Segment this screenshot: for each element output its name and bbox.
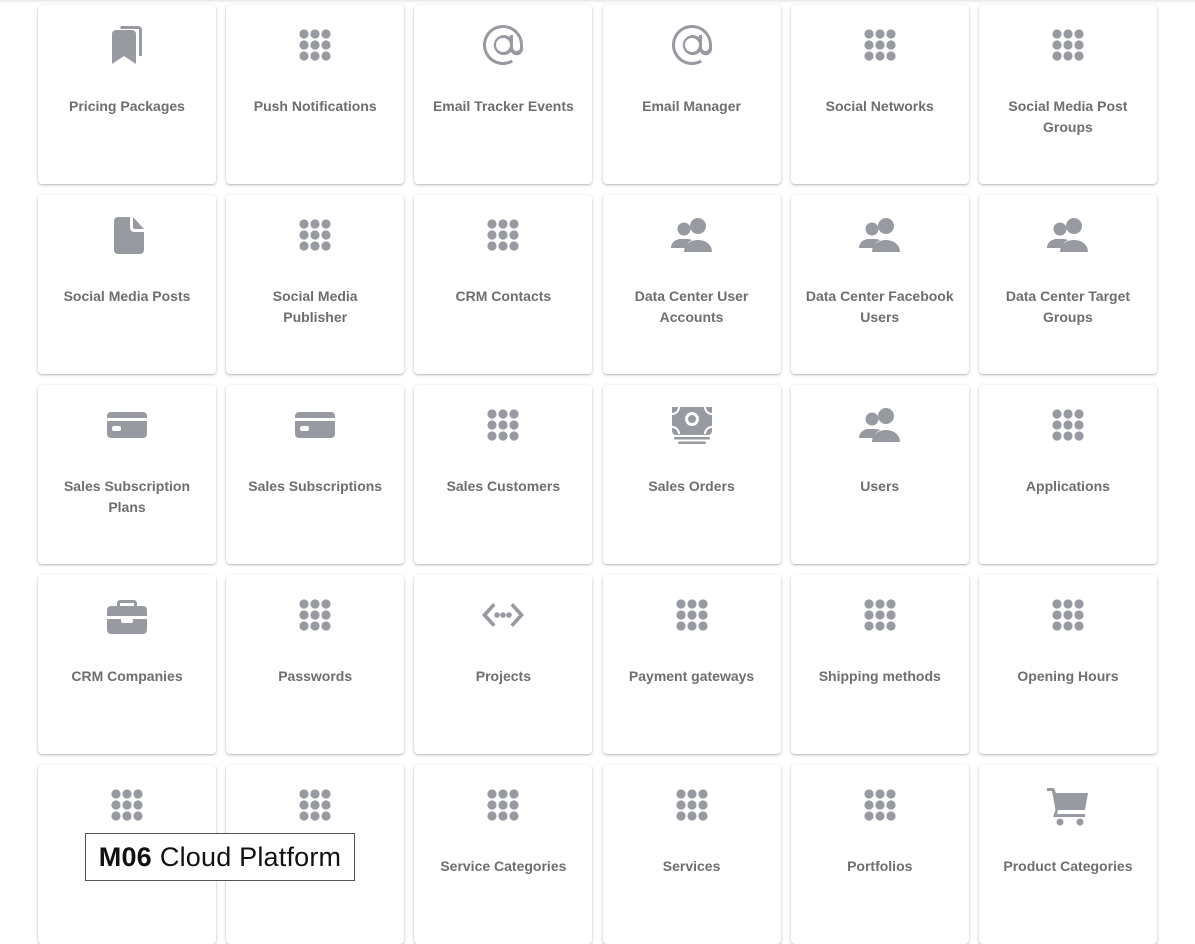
app-card-label: Push Notifications	[253, 98, 377, 114]
app-card-data-center-user-accounts[interactable]: Data Center User Accounts	[602, 195, 781, 374]
app-card-push-notifications[interactable]: Push Notifications	[226, 5, 405, 184]
app-card-label: Applications	[1025, 478, 1110, 494]
cart-icon	[1043, 780, 1093, 830]
app-card-data-center-facebook-users[interactable]: Data Center Facebook Users	[790, 195, 969, 374]
app-card-social-media-publisher[interactable]: Social Media Publisher	[226, 195, 405, 374]
app-card-label: Data Center Target Groups	[1005, 288, 1131, 325]
apps-grid-icon	[290, 20, 340, 70]
app-card-label: Passwords	[278, 668, 353, 684]
app-card-label: Product Categories	[1003, 858, 1133, 874]
apps-grid-icon	[478, 780, 528, 830]
code-dots-icon	[478, 590, 528, 640]
people-icon	[667, 210, 717, 260]
apps-grid-icon	[855, 590, 905, 640]
watermark-brand: M06	[98, 841, 152, 872]
briefcase-icon	[102, 590, 152, 640]
app-card-payment-gateways[interactable]: Payment gateways	[602, 575, 781, 754]
app-card-label: Users	[860, 478, 900, 494]
app-card-label: Sales Orders	[648, 478, 735, 494]
app-card-label: Email Manager	[642, 98, 741, 114]
top-shadow	[0, 0, 1195, 3]
people-icon	[855, 210, 905, 260]
app-card-sales-customers[interactable]: Sales Customers	[414, 385, 593, 564]
watermark-text: Cloud Platform	[159, 841, 342, 872]
watermark-logo: M06 Cloud Platform	[85, 833, 355, 881]
app-card-label: Service Categories	[440, 858, 567, 874]
apps-grid-icon	[290, 780, 340, 830]
apps-grid-icon	[478, 210, 528, 260]
app-card-crm-companies[interactable]: CRM Companies	[38, 575, 216, 754]
app-card-label: Email Tracker Events	[432, 98, 574, 114]
app-card-label: Services	[662, 858, 721, 874]
app-card-services[interactable]: Services	[602, 765, 781, 944]
app-card-data-center-target-groups[interactable]: Data Center Target Groups	[978, 195, 1157, 374]
apps-grid-icon	[667, 590, 717, 640]
bookmarks-icon	[102, 20, 152, 70]
apps-grid-icon	[102, 780, 152, 830]
people-icon	[1043, 210, 1093, 260]
app-card-label: Projects	[475, 668, 531, 684]
apps-grid-icon	[478, 400, 528, 450]
app-card-sales-orders[interactable]: Sales Orders	[602, 385, 781, 564]
app-card-label: Pricing Packages	[69, 98, 185, 114]
credit-card-icon	[102, 400, 152, 450]
app-card-label: Shipping methods	[818, 668, 941, 684]
app-card-product-categories[interactable]: Product Categories	[978, 765, 1157, 944]
app-card-sales-subscriptions[interactable]: Sales Subscriptions	[226, 385, 405, 564]
apps-grid-icon	[290, 210, 340, 260]
app-card-label: Payment gateways	[628, 668, 755, 684]
app-card-label: Data Center Facebook Users	[805, 288, 954, 325]
app-card-users[interactable]: Users	[790, 385, 969, 564]
app-card-label: Social Media Posts	[63, 288, 191, 304]
app-card-pricing-packages[interactable]: Pricing Packages	[38, 5, 216, 184]
apps-grid-icon	[855, 20, 905, 70]
app-card-service-categories[interactable]: Service Categories	[414, 765, 593, 944]
apps-grid-icon	[1043, 590, 1093, 640]
credit-card-icon	[290, 400, 340, 450]
app-card-label: Social Media Post Groups	[1008, 98, 1128, 135]
apps-grid-icon	[1043, 20, 1093, 70]
app-card-label: CRM Companies	[71, 668, 183, 684]
app-card-social-media-posts[interactable]: Social Media Posts	[38, 195, 216, 374]
people-icon	[855, 400, 905, 450]
app-card-crm-contacts[interactable]: CRM Contacts	[414, 195, 593, 374]
app-card-opening-hours[interactable]: Opening Hours	[978, 575, 1157, 754]
app-card-projects[interactable]: Projects	[414, 575, 593, 754]
app-card-email-tracker-events[interactable]: Email Tracker Events	[414, 5, 593, 184]
apps-grid-icon	[855, 780, 905, 830]
app-card-label: CRM Contacts	[455, 288, 552, 304]
app-card-label: Social Networks	[825, 98, 934, 114]
app-card-label: Social Media Publisher	[272, 288, 358, 325]
app-card-sales-subscription-plans[interactable]: Sales Subscription Plans	[38, 385, 216, 564]
at-sign-icon	[667, 20, 717, 70]
cash-icon	[667, 400, 717, 450]
app-grid: Pricing Packages Push Notifications Email …	[38, 5, 1157, 944]
app-card-social-media-post-groups[interactable]: Social Media Post Groups	[978, 5, 1157, 184]
app-card-label: Sales Subscriptions	[248, 478, 383, 494]
document-icon	[102, 210, 152, 260]
app-card-label: Sales Customers	[446, 478, 561, 494]
app-card-email-manager[interactable]: Email Manager	[602, 5, 781, 184]
at-sign-icon	[478, 20, 528, 70]
app-card-label: Data Center User Accounts	[634, 288, 749, 325]
app-card-label: Opening Hours	[1017, 668, 1119, 684]
apps-grid-icon	[1043, 400, 1093, 450]
apps-grid-icon	[290, 590, 340, 640]
apps-grid-icon	[667, 780, 717, 830]
app-card-social-networks[interactable]: Social Networks	[790, 5, 969, 184]
app-card-applications[interactable]: Applications	[978, 385, 1157, 564]
app-card-shipping-methods[interactable]: Shipping methods	[790, 575, 969, 754]
app-card-portfolios[interactable]: Portfolios	[790, 765, 969, 944]
app-card-label: Sales Subscription Plans	[63, 478, 191, 515]
app-card-label: Portfolios	[847, 858, 913, 874]
app-card-passwords[interactable]: Passwords	[226, 575, 405, 754]
